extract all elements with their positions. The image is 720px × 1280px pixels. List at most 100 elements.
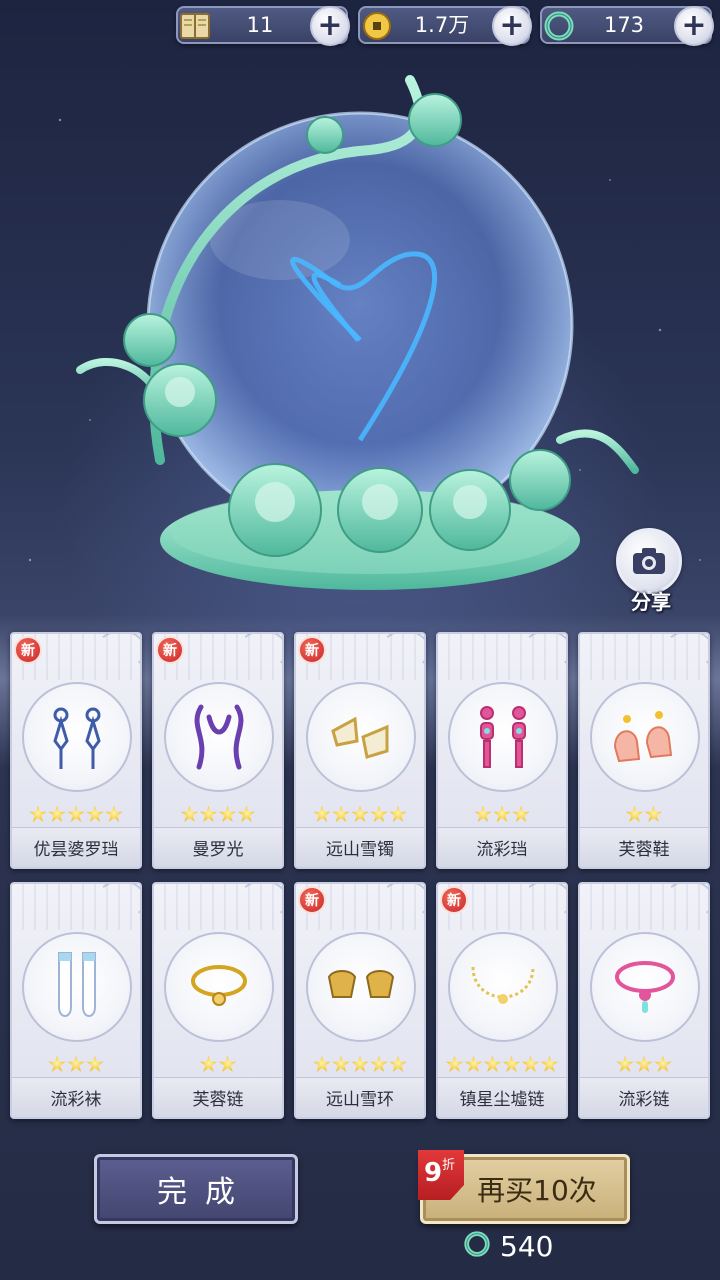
star-icon [313,805,331,822]
share-button[interactable]: 分享 [616,528,686,614]
pink-necklace-icon [590,932,700,1042]
pink-earrings-icon [448,682,558,792]
socks-icon [22,932,132,1042]
star-icon [521,1055,540,1072]
currency-coin-value: 1.7万 [414,13,470,37]
new-badge: 新 [298,636,326,664]
item-card[interactable]: 芙蓉链 [152,882,284,1119]
item-name: 远山雪环 [296,1077,424,1117]
star-icon [483,1055,502,1072]
star-icon [48,805,66,822]
star-icon [370,805,388,822]
shoes-icon [590,682,700,792]
star-icon [474,805,492,822]
discount-unit: 折 [442,1158,456,1173]
item-name: 曼罗光 [154,827,282,867]
item-card[interactable]: 新 远山雪环 [294,882,426,1119]
star-rating [12,1054,140,1076]
bracelet-icon [306,682,416,792]
star-icon [616,1055,634,1072]
item-name: 流彩珰 [438,827,566,867]
star-rating [296,1054,424,1076]
star-icon [644,805,663,822]
star-icon [313,1055,331,1072]
star-icon [332,805,350,822]
star-rating [438,1054,566,1076]
new-badge: 新 [156,636,184,664]
earrings-icon [22,682,132,792]
buy-again-cost: 540 [462,1228,582,1264]
star-icon [389,1055,407,1072]
gold-chain-icon [164,932,274,1042]
star-icon [654,1055,672,1072]
star-icon [105,805,123,822]
star-icon [540,1055,559,1072]
star-icon [199,1055,218,1072]
star-icon [512,805,530,822]
star-icon [218,1055,237,1072]
star-icon [445,1055,464,1072]
item-card[interactable]: 新 镇星尘墟链 [436,882,568,1119]
jade-icon [462,1229,492,1263]
star-icon [86,805,104,822]
star-icon [29,805,47,822]
item-card[interactable]: 新 曼罗光 [152,632,284,869]
star-rating [438,804,566,826]
star-icon [351,1055,369,1072]
star-icon [370,1055,388,1072]
star-icon [493,805,511,822]
new-badge: 新 [298,886,326,914]
star-icon [67,1055,85,1072]
crystal-orb-illustration [40,40,680,610]
item-name: 芙蓉鞋 [580,827,708,867]
star-icon [48,1055,66,1072]
share-label: 分享 [631,590,671,614]
item-card[interactable]: 芙蓉鞋 [578,632,710,869]
star-icon [464,1055,483,1072]
star-rating [580,804,708,826]
cost-value: 540 [500,1229,554,1263]
star-rating [12,804,140,826]
star-icon [199,805,218,822]
item-name: 镇星尘墟链 [438,1077,566,1117]
purple-aura-icon [164,682,274,792]
currency-jade: 173 + [540,6,714,46]
item-card[interactable]: 流彩链 [578,882,710,1119]
star-icon [67,805,85,822]
star-necklace-icon [448,932,558,1042]
add-jade-button[interactable]: + [674,6,714,46]
star-icon [502,1055,521,1072]
currency-bar: 11 + 1.7万 + 173 + [0,6,720,46]
star-rating [154,1054,282,1076]
discount-number: 9 [424,1158,443,1188]
item-card[interactable]: 流彩珰 [436,632,568,869]
item-card[interactable]: 流彩袜 [10,882,142,1119]
star-rating [580,1054,708,1076]
star-icon [389,805,407,822]
currency-book: 11 + [176,6,350,46]
currency-coin: 1.7万 + [358,6,532,46]
star-icon [180,805,199,822]
item-name: 流彩链 [580,1077,708,1117]
item-name: 流彩袜 [12,1077,140,1117]
star-icon [237,805,256,822]
currency-jade-value: 173 [603,13,645,37]
star-icon [332,1055,350,1072]
item-name: 优昙婆罗珰 [12,827,140,867]
currency-book-value: 11 [246,13,274,37]
item-card[interactable]: 新 优昙婆罗珰 [10,632,142,869]
done-button[interactable]: 完成 [94,1154,298,1224]
item-card[interactable]: 新 远山雪镯 [294,632,426,869]
new-badge: 新 [440,886,468,914]
star-icon [218,805,237,822]
gold-earrings-icon [306,932,416,1042]
star-rating [296,804,424,826]
item-name: 远山雪镯 [296,827,424,867]
star-icon [625,805,644,822]
camera-icon [616,528,682,594]
star-icon [351,805,369,822]
star-rating [154,804,282,826]
star-icon [635,1055,653,1072]
new-badge: 新 [14,636,42,664]
star-icon [86,1055,104,1072]
